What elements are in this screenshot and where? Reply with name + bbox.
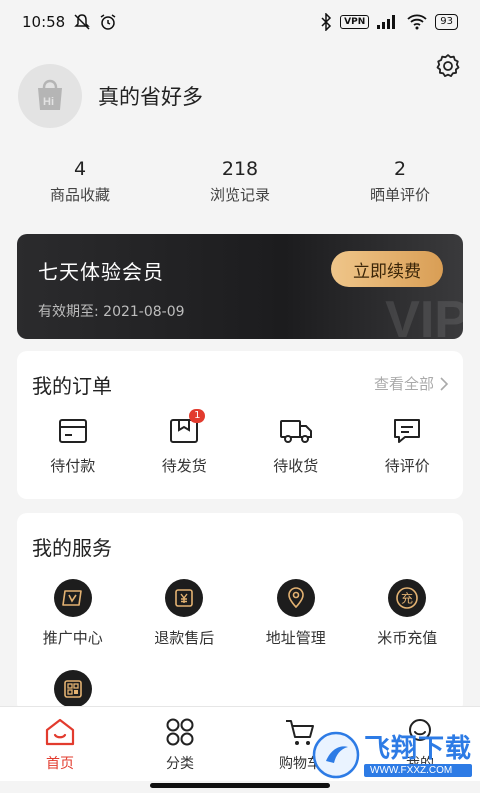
promo-icon — [53, 579, 92, 617]
truck-icon — [279, 415, 313, 447]
tab-label: 分类 — [166, 756, 194, 772]
recharge-icon: 充 — [388, 579, 427, 617]
order-pending-receipt[interactable]: 待收货 — [240, 415, 352, 476]
view-all-orders-link[interactable]: 查看全部 — [374, 373, 449, 394]
stat-value: 218 — [221, 158, 259, 180]
alarm-icon — [100, 14, 116, 30]
wifi-icon — [407, 14, 427, 30]
svg-text:Hi: Hi — [43, 96, 54, 108]
renew-button[interactable]: 立即续费 — [331, 251, 443, 287]
vip-title: 七天体验会员 — [38, 260, 164, 284]
order-label: 待付款 — [50, 457, 96, 475]
cart-icon — [286, 720, 314, 745]
status-left: 10:58 — [22, 13, 117, 31]
signal-icon — [377, 15, 396, 29]
service-address[interactable]: 地址管理 — [240, 579, 352, 648]
location-icon — [276, 579, 315, 617]
avatar[interactable]: Hi — [18, 64, 82, 128]
stats-row: 4 商品收藏 218 浏览记录 2 晒单评价 — [0, 158, 480, 205]
orders-card: 我的订单 查看全部 待付款 1 待发货 待收货 待评价 — [17, 351, 463, 499]
battery-indicator: 93 — [435, 14, 458, 30]
home-indicator[interactable] — [150, 783, 330, 788]
comment-icon — [390, 415, 424, 447]
status-right: VPN 93 — [320, 13, 458, 31]
vip-expiry: 有效期至: 2021-08-09 — [38, 304, 185, 320]
order-pending-review[interactable]: 待评价 — [352, 415, 464, 476]
wallet-icon — [56, 415, 90, 447]
stat-favorites[interactable]: 4 商品收藏 — [0, 158, 160, 205]
tab-label: 购物车 — [279, 756, 321, 772]
stat-value: 4 — [73, 158, 87, 180]
tab-me[interactable]: 我的 — [360, 707, 480, 781]
user-icon — [409, 719, 431, 741]
vip-card[interactable]: 七天体验会员 有效期至: 2021-08-09 VIP 立即续费 — [17, 234, 463, 339]
order-label: 待评价 — [384, 457, 430, 475]
mute-icon — [74, 14, 91, 30]
service-refund[interactable]: 退款售后 — [129, 579, 241, 648]
stat-history[interactable]: 218 浏览记录 — [160, 158, 320, 205]
bluetooth-icon — [321, 13, 332, 31]
stat-label: 浏览记录 — [209, 186, 270, 204]
username: 真的省好多 — [98, 85, 203, 109]
orders-title: 我的订单 — [32, 374, 112, 398]
settings-button[interactable] — [432, 50, 464, 82]
service-promotion-center[interactable]: 推广中心 — [17, 579, 129, 648]
bottom-tab-bar: 首页 分类 购物车 我的 — [0, 706, 480, 781]
vpn-indicator: VPN — [340, 15, 370, 29]
tab-categories[interactable]: 分类 — [120, 707, 240, 781]
service-label: 退款售后 — [154, 629, 215, 647]
order-status-row: 待付款 1 待发货 待收货 待评价 — [17, 409, 464, 476]
order-label: 待收货 — [273, 457, 319, 475]
order-label: 待发货 — [161, 457, 207, 475]
stat-reviews[interactable]: 2 晒单评价 — [320, 158, 480, 205]
service-label: 地址管理 — [265, 629, 326, 647]
tab-home[interactable]: 首页 — [0, 707, 120, 781]
order-badge: 1 — [189, 409, 206, 423]
order-pending-payment[interactable]: 待付款 — [17, 415, 129, 476]
status-bar: 10:58 VPN 93 — [0, 0, 480, 44]
view-all-label: 查看全部 — [373, 375, 434, 393]
order-pending-shipment[interactable]: 1 待发货 — [129, 409, 241, 476]
stat-value: 2 — [393, 158, 407, 180]
status-time: 10:58 — [22, 13, 66, 31]
chevron-right-icon — [440, 376, 449, 391]
home-icon — [45, 718, 75, 746]
refund-icon — [165, 579, 204, 617]
grid-icon — [166, 718, 194, 746]
service-label: 米币充值 — [377, 629, 438, 647]
svg-text:充: 充 — [401, 591, 413, 606]
avatar-placeholder-icon: Hi — [38, 79, 62, 110]
tab-label: 首页 — [46, 756, 74, 772]
vip-watermark: VIP — [385, 291, 463, 339]
package-icon: 1 — [167, 409, 206, 447]
service-qrcode[interactable] — [17, 670, 129, 708]
profile-header[interactable]: Hi 真的省好多 — [18, 64, 203, 128]
services-title: 我的服务 — [32, 536, 112, 560]
stat-label: 商品收藏 — [49, 186, 110, 204]
qrcode-icon — [53, 670, 92, 708]
services-card: 我的服务 推广中心 退款售后 地址管理 充 米币充值 — [17, 513, 463, 713]
stat-label: 晒单评价 — [369, 186, 430, 204]
tab-label: 我的 — [406, 756, 434, 772]
service-label: 推广中心 — [42, 629, 103, 647]
service-recharge[interactable]: 充 米币充值 — [352, 579, 464, 648]
tab-cart[interactable]: 购物车 — [240, 707, 360, 781]
gear-icon — [436, 54, 460, 77]
